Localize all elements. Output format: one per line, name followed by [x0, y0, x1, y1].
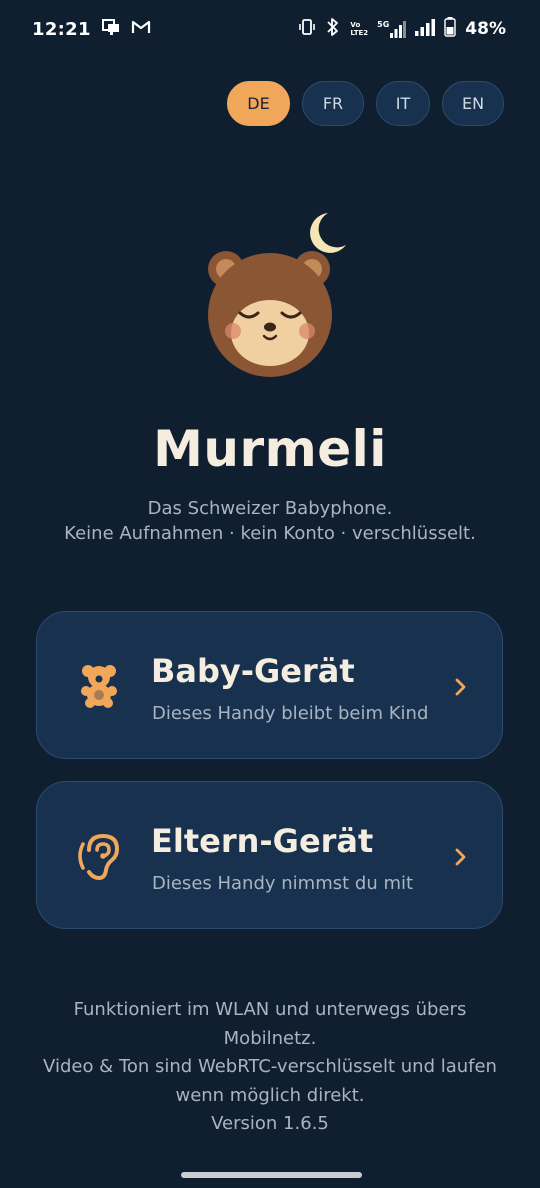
version-label: Version 1.6.5 [211, 1113, 329, 1134]
signal-5g-icon: 5G [377, 20, 407, 38]
volte-top-label: Vo [350, 21, 361, 29]
footer-line-2: Mobilnetz. [223, 1027, 317, 1049]
baby-device-subtitle: Dieses Handy bleibt beim Kind [152, 703, 429, 724]
tagline: Das Schweizer Babyphone. Keine Aufnahmen… [0, 496, 540, 546]
chevron-right-icon [454, 678, 468, 696]
tagline-line-1: Das Schweizer Babyphone. [147, 498, 393, 519]
moon-icon [310, 213, 346, 253]
status-left: 12:21 [32, 18, 151, 40]
language-button-it[interactable]: IT [376, 81, 430, 126]
language-button-de[interactable]: DE [227, 81, 290, 126]
battery-percent: 48% [465, 19, 506, 39]
baby-device-title: Baby-Gerät [151, 652, 355, 690]
signal-icon [415, 18, 436, 40]
status-bar: 12:21 Vo LTE2 5G 48% [0, 0, 540, 58]
footer-line-1: Funktioniert im WLAN und unterwegs übers [73, 999, 467, 1020]
sleeping-bear-logo [200, 205, 350, 380]
footer-line-4: wenn möglich direkt. [175, 1084, 365, 1106]
volte-bottom-label: LTE2 [350, 29, 369, 37]
bluetooth-icon [325, 17, 341, 41]
footer-info: Funktioniert im WLAN und unterwegs übers… [0, 996, 540, 1139]
volte-indicator: Vo LTE2 [350, 21, 368, 37]
language-switcher: DE FR IT EN [227, 81, 504, 126]
app-title: Murmeli [153, 420, 387, 478]
language-button-fr[interactable]: FR [302, 81, 364, 126]
status-right: Vo LTE2 5G 48% [298, 17, 506, 41]
language-button-en[interactable]: EN [442, 81, 504, 126]
parent-device-card[interactable]: Eltern-Gerät Dieses Handy nimmst du mit [36, 781, 503, 929]
baby-device-card[interactable]: Baby-Gerät Dieses Handy bleibt beim Kind [36, 611, 503, 759]
status-time: 12:21 [32, 18, 91, 40]
notification-app-icon [101, 18, 121, 40]
ear-icon [77, 832, 123, 881]
vibrate-icon [298, 18, 316, 40]
parent-device-title: Eltern-Gerät [151, 822, 374, 860]
teddy-bear-icon [77, 662, 123, 708]
gmail-icon [131, 19, 151, 39]
parent-device-subtitle: Dieses Handy nimmst du mit [152, 873, 414, 894]
tagline-line-2: Keine Aufnahmen · kein Konto · verschlüs… [64, 523, 476, 544]
network-type-label: 5G [377, 20, 390, 29]
battery-icon [444, 17, 456, 41]
home-indicator[interactable] [181, 1172, 362, 1178]
footer-line-3: Video & Ton sind WebRTC-verschlüsselt un… [43, 1056, 497, 1077]
chevron-right-icon [454, 848, 468, 866]
